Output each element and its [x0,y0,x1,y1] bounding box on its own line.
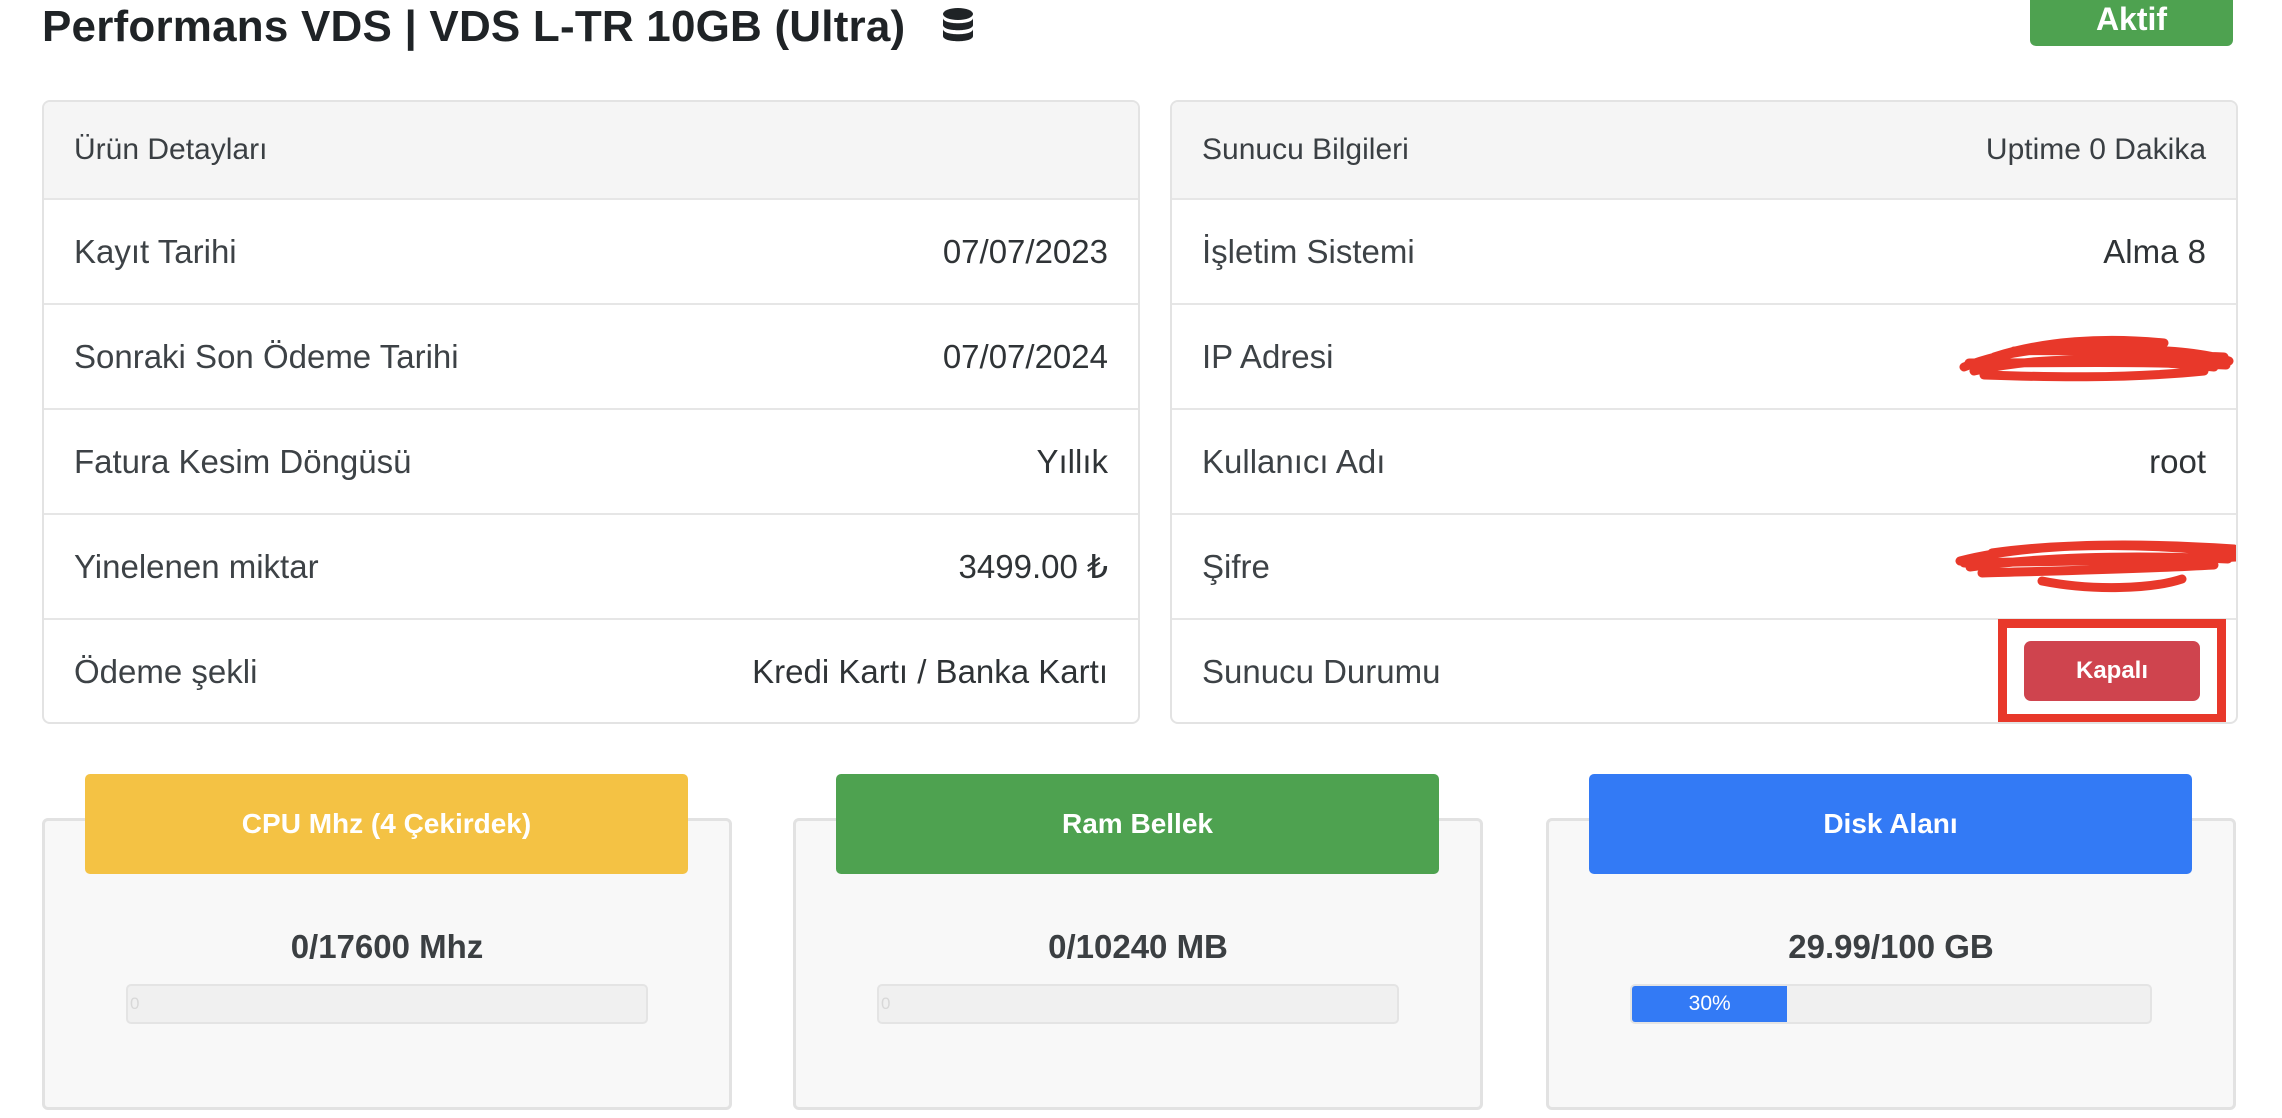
disk-usage-value: 29.99/100 GB [1788,928,1994,965]
page-title-text: Performans VDS | VDS L-TR 10GB (Ultra) [42,2,906,51]
server-off-button[interactable]: Kapalı [2024,641,2200,701]
detail-value: Yıllık [1036,442,1108,480]
detail-label: Yinelenen miktar [74,547,319,585]
server-row-ip: IP Adresi [1172,303,2236,408]
status-badge: Aktif [2030,0,2233,46]
page-title: Performans VDS | VDS L-TR 10GB (Ultra) [42,2,975,52]
product-details-title: Ürün Detayları [74,133,268,166]
detail-row-payment-method: Ödeme şekli Kredi Kartı / Banka Kartı [44,618,1138,722]
detail-row-registration-date: Kayıt Tarihi 07/07/2023 [44,198,1138,303]
ram-progress-fill: 0 [881,994,891,1013]
detail-value: 3499.00 ₺ [958,548,1108,585]
server-label: Sunucu Durumu [1202,652,1441,690]
detail-value: Kredi Kartı / Banka Kartı [752,652,1108,690]
server-row-os: İşletim Sistemi Alma 8 [1172,198,2236,303]
server-value: root [2149,442,2206,480]
cpu-card-header: CPU Mhz (4 Çekirdek) [85,774,688,874]
detail-row-recurring-amount: Yinelenen miktar 3499.00 ₺ [44,513,1138,618]
password-redaction-scribble [1936,537,2236,597]
server-row-username: Kullanıcı Adı root [1172,408,2236,513]
detail-label: Kayıt Tarihi [74,232,237,270]
cpu-progress-fill: 0 [130,994,140,1013]
product-details-header: Ürün Detayları [44,102,1138,198]
uptime-text: Uptime 0 Dakika [1985,133,2206,166]
detail-label: Sonraki Son Ödeme Tarihi [74,337,459,375]
server-row-password: Şifre [1172,513,2236,618]
ip-redaction-scribble [1936,327,2234,387]
server-label: Şifre [1202,547,1270,585]
database-icon [941,7,975,47]
ram-progress-bar: 0 [877,984,1399,1024]
detail-label: Ödeme şekli [74,652,258,690]
cpu-usage-value: 0/17600 Mhz [290,928,484,965]
detail-value: 07/07/2024 [942,337,1108,375]
detail-row-next-due-date: Sonraki Son Ödeme Tarihi 07/07/2024 [44,303,1138,408]
detail-value: 07/07/2023 [942,232,1108,270]
server-label: IP Adresi [1202,337,1334,375]
detail-label: Fatura Kesim Döngüsü [74,442,412,480]
server-info-header: Sunucu Bilgileri Uptime 0 Dakika [1172,102,2236,198]
server-row-status: Sunucu Durumu Kapalı [1172,618,2236,722]
cpu-progress-bar: 0 [126,984,648,1024]
server-info-panel: Sunucu Bilgileri Uptime 0 Dakika İşletim… [1170,100,2238,724]
detail-row-billing-cycle: Fatura Kesim Döngüsü Yıllık [44,408,1138,513]
server-info-title: Sunucu Bilgileri [1202,133,1409,166]
server-label: Kullanıcı Adı [1202,442,1386,480]
ram-usage-value: 0/10240 MB [1048,928,1228,965]
product-details-panel: Ürün Detayları Kayıt Tarihi 07/07/2023 S… [42,100,1140,724]
server-label: İşletim Sistemi [1202,232,1415,270]
disk-progress-fill: 30% [1632,986,1788,1022]
server-value: Alma 8 [2103,232,2206,270]
status-highlight-frame: Kapalı [1998,619,2226,722]
disk-card-header: Disk Alanı [1589,774,2192,874]
ram-card-header: Ram Bellek [836,774,1439,874]
disk-progress-bar: 30% [1630,984,2152,1024]
